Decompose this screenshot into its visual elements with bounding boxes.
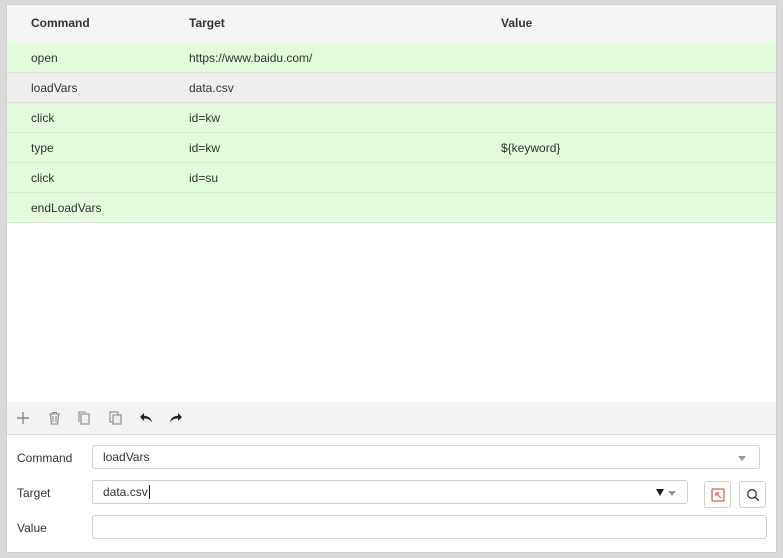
command-select[interactable]: loadVars <box>92 445 760 469</box>
table-row[interactable]: loadVars data.csv <box>7 73 776 103</box>
table-row[interactable]: click id=su <box>7 163 776 193</box>
redo-icon[interactable] <box>166 408 186 428</box>
cell-command: loadVars <box>31 81 78 95</box>
cell-command: click <box>31 111 55 125</box>
cell-target: https://www.baidu.com/ <box>189 51 313 65</box>
command-table-body: open https://www.baidu.com/ loadVars dat… <box>7 43 776 223</box>
chevron-down-icon[interactable] <box>668 491 676 496</box>
search-icon <box>746 488 759 501</box>
target-label: Target <box>17 486 51 500</box>
command-editor-panel: Command Target Value open https://www.ba… <box>6 4 777 553</box>
cell-target: id=su <box>189 171 219 185</box>
paste-icon[interactable] <box>105 408 125 428</box>
table-row[interactable]: open https://www.baidu.com/ <box>7 43 776 73</box>
find-target-button[interactable] <box>739 481 766 508</box>
cell-command: type <box>31 141 54 155</box>
column-header-target: Target <box>189 16 225 30</box>
command-select-value: loadVars <box>103 450 150 464</box>
command-label: Command <box>17 451 73 465</box>
cell-target: data.csv <box>189 81 234 95</box>
cell-value: ${keyword} <box>501 141 561 155</box>
select-target-icon <box>710 487 725 502</box>
value-input[interactable] <box>92 515 767 539</box>
target-options-dropdown-icon[interactable] <box>656 489 664 496</box>
cell-command: click <box>31 171 55 185</box>
cell-command: open <box>31 51 58 65</box>
column-header-command: Command <box>31 16 90 30</box>
cell-command: endLoadVars <box>31 201 102 215</box>
copy-icon[interactable] <box>74 408 94 428</box>
table-header: Command Target Value <box>7 5 776 44</box>
table-row[interactable]: click id=kw <box>7 103 776 133</box>
trash-icon[interactable] <box>44 408 64 428</box>
table-row[interactable]: endLoadVars <box>7 193 776 223</box>
text-cursor <box>148 485 150 499</box>
target-input-value: data.csv <box>103 485 148 499</box>
cell-target: id=kw <box>189 111 221 125</box>
plus-icon[interactable] <box>13 408 33 428</box>
table-row[interactable]: type id=kw ${keyword} <box>7 133 776 163</box>
chevron-down-icon[interactable] <box>738 456 746 461</box>
target-input[interactable]: data.csv <box>92 480 688 504</box>
value-label: Value <box>17 521 47 535</box>
command-toolbar <box>7 402 776 435</box>
select-target-button[interactable] <box>704 481 731 508</box>
column-header-value: Value <box>501 16 533 30</box>
cell-target: id=kw <box>189 141 221 155</box>
undo-icon[interactable] <box>136 408 156 428</box>
